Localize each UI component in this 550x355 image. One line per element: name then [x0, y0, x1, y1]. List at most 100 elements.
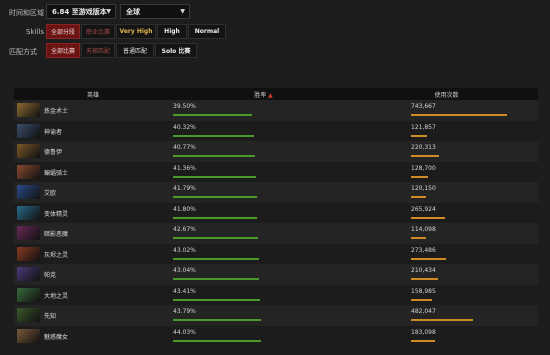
usage-cell: 114,098 [355, 223, 538, 244]
usage-cell: 743,667 [355, 100, 538, 121]
hero-avatar[interactable] [17, 205, 40, 220]
usage-cell: 265,924 [355, 203, 538, 224]
hero-cell: 炼金术士 [14, 100, 172, 121]
winrate-value: 42.67% [173, 226, 196, 233]
hero-name[interactable]: 灰烬之灵 [44, 250, 68, 259]
col-header-winrate[interactable]: 胜率 ▲ [172, 88, 355, 100]
usage-bar [411, 175, 428, 178]
winrate-value: 41.36% [173, 164, 196, 172]
match-normal-button[interactable]: 普通匹配 [116, 43, 154, 58]
table-row[interactable]: 艾欧 41.79% 120,150 [14, 182, 538, 203]
usage-cell: 183,098 [355, 326, 538, 347]
table-row[interactable]: 炼金术士 39.50% 743,667 [14, 100, 538, 121]
skills-pro-button[interactable]: 职业比赛 [81, 24, 115, 39]
usage-bar [411, 278, 439, 280]
hero-name[interactable]: 魅惑魔女 [44, 332, 68, 341]
winrate-cell: 43.02% [172, 244, 355, 265]
winrate-cell: 40.32% [172, 121, 355, 142]
table-row[interactable]: 灰烬之灵 43.02% 273,486 [14, 243, 538, 265]
usage-value: 183,098 [411, 328, 436, 336]
hero-avatar[interactable] [17, 328, 40, 343]
match-solo-button[interactable]: Solo 比赛 [155, 43, 197, 58]
col-header-hero[interactable]: 英雄 [14, 88, 172, 100]
hero-cell: 艾欧 [14, 182, 172, 203]
hero-avatar[interactable] [17, 164, 40, 179]
winrate-cell: 41.79% [172, 182, 355, 203]
usage-bar [411, 134, 427, 137]
hero-name[interactable]: 先知 [44, 311, 56, 320]
hero-name[interactable]: 蝙蝠骑士 [44, 168, 68, 177]
hero-name[interactable]: 神谕者 [44, 127, 62, 136]
hero-name[interactable]: 炼金术士 [44, 106, 68, 115]
hero-name[interactable]: 帕克 [44, 270, 56, 279]
skills-high-button[interactable]: High [157, 24, 187, 39]
winrate-value: 41.80% [173, 205, 196, 213]
hero-avatar[interactable] [17, 144, 40, 158]
table-row[interactable]: 魅惑魔女 44.03% 183,098 [14, 325, 538, 347]
usage-cell: 220,313 [355, 141, 538, 162]
table-row[interactable]: 德鲁伊 40.77% 220,313 [14, 141, 538, 162]
hero-avatar[interactable] [17, 308, 40, 322]
table-row[interactable]: 神谕者 40.32% 121,857 [14, 120, 538, 142]
hero-name[interactable]: 德鲁伊 [44, 147, 62, 156]
match-all-button[interactable]: 全部比赛 [46, 43, 80, 58]
col-header-usage-label: 使用次数 [434, 91, 459, 99]
region-dropdown[interactable]: 全球 ▼ [120, 4, 190, 19]
usage-cell: 158,985 [355, 285, 538, 306]
winrate-bar [173, 257, 260, 260]
winrate-value: 39.50% [173, 103, 196, 110]
usage-value: 265,924 [411, 205, 436, 213]
hero-avatar[interactable] [17, 185, 40, 199]
table-row[interactable]: 暗影恶魔 42.67% 114,098 [14, 223, 538, 244]
hero-name[interactable]: 大地之灵 [44, 291, 68, 300]
table-row[interactable]: 先知 43.79% 482,047 [14, 305, 538, 326]
winrate-bar [173, 298, 260, 301]
skills-very-high-button[interactable]: Very High [116, 24, 156, 39]
winrate-value: 41.79% [173, 185, 196, 192]
usage-bar [411, 257, 447, 260]
usage-cell: 482,047 [355, 305, 538, 326]
hero-avatar[interactable] [17, 246, 40, 261]
usage-value: 220,313 [411, 144, 436, 151]
winrate-value: 43.02% [173, 246, 196, 254]
usage-cell: 210,434 [355, 264, 538, 285]
hero-cell: 魅惑魔女 [14, 326, 172, 347]
hero-cell: 神谕者 [14, 121, 172, 142]
col-header-winrate-label: 胜率 [254, 91, 267, 99]
hero-avatar[interactable] [17, 287, 40, 302]
table-row[interactable]: 蝙蝠骑士 41.36% 128,700 [14, 161, 538, 182]
hero-name[interactable]: 暗影恶魔 [44, 229, 68, 238]
usage-value: 114,098 [411, 226, 436, 233]
winrate-cell: 43.41% [172, 285, 355, 306]
hero-avatar[interactable] [17, 103, 40, 117]
hero-avatar[interactable] [17, 226, 40, 240]
hero-cell: 变体精灵 [14, 203, 172, 224]
usage-cell: 121,857 [355, 121, 538, 142]
table-row[interactable]: 变体精灵 41.80% 265,924 [14, 202, 538, 224]
col-header-usage[interactable]: 使用次数 [355, 88, 538, 100]
winrate-bar [173, 175, 256, 178]
table-row[interactable]: 大地之灵 43.41% 158,985 [14, 284, 538, 306]
usage-value: 210,434 [411, 267, 436, 274]
winrate-cell: 43.04% [172, 264, 355, 285]
usage-bar [411, 155, 440, 157]
hero-avatar[interactable] [17, 123, 40, 138]
hero-name[interactable]: 变体精灵 [44, 209, 68, 218]
winrate-bar [173, 278, 260, 280]
table-row[interactable]: 帕克 43.04% 210,434 [14, 264, 538, 285]
winrate-cell: 44.03% [172, 326, 355, 347]
winrate-bar [173, 319, 261, 321]
usage-bar [411, 339, 435, 342]
hero-stats-table: 英雄 胜率 ▲ 使用次数 炼金术士 39.50% 743,667 神谕者 40.32% 1… [14, 88, 538, 346]
chevron-down-icon: ▼ [180, 8, 185, 15]
hero-name[interactable]: 艾欧 [44, 188, 56, 197]
skills-normal-button[interactable]: Normal [188, 24, 226, 39]
time-region-label: 时间和区域 [9, 9, 44, 17]
skills-all-button[interactable]: 全部分段 [46, 24, 80, 39]
hero-avatar[interactable] [17, 267, 40, 281]
version-value: 6.84 至游戏版本 [52, 7, 107, 16]
usage-bar [411, 237, 426, 239]
hero-cell: 大地之灵 [14, 285, 172, 306]
match-ranked-button[interactable]: 天梯匹配 [81, 43, 115, 58]
version-dropdown[interactable]: 6.84 至游戏版本 ▼ [46, 4, 116, 19]
